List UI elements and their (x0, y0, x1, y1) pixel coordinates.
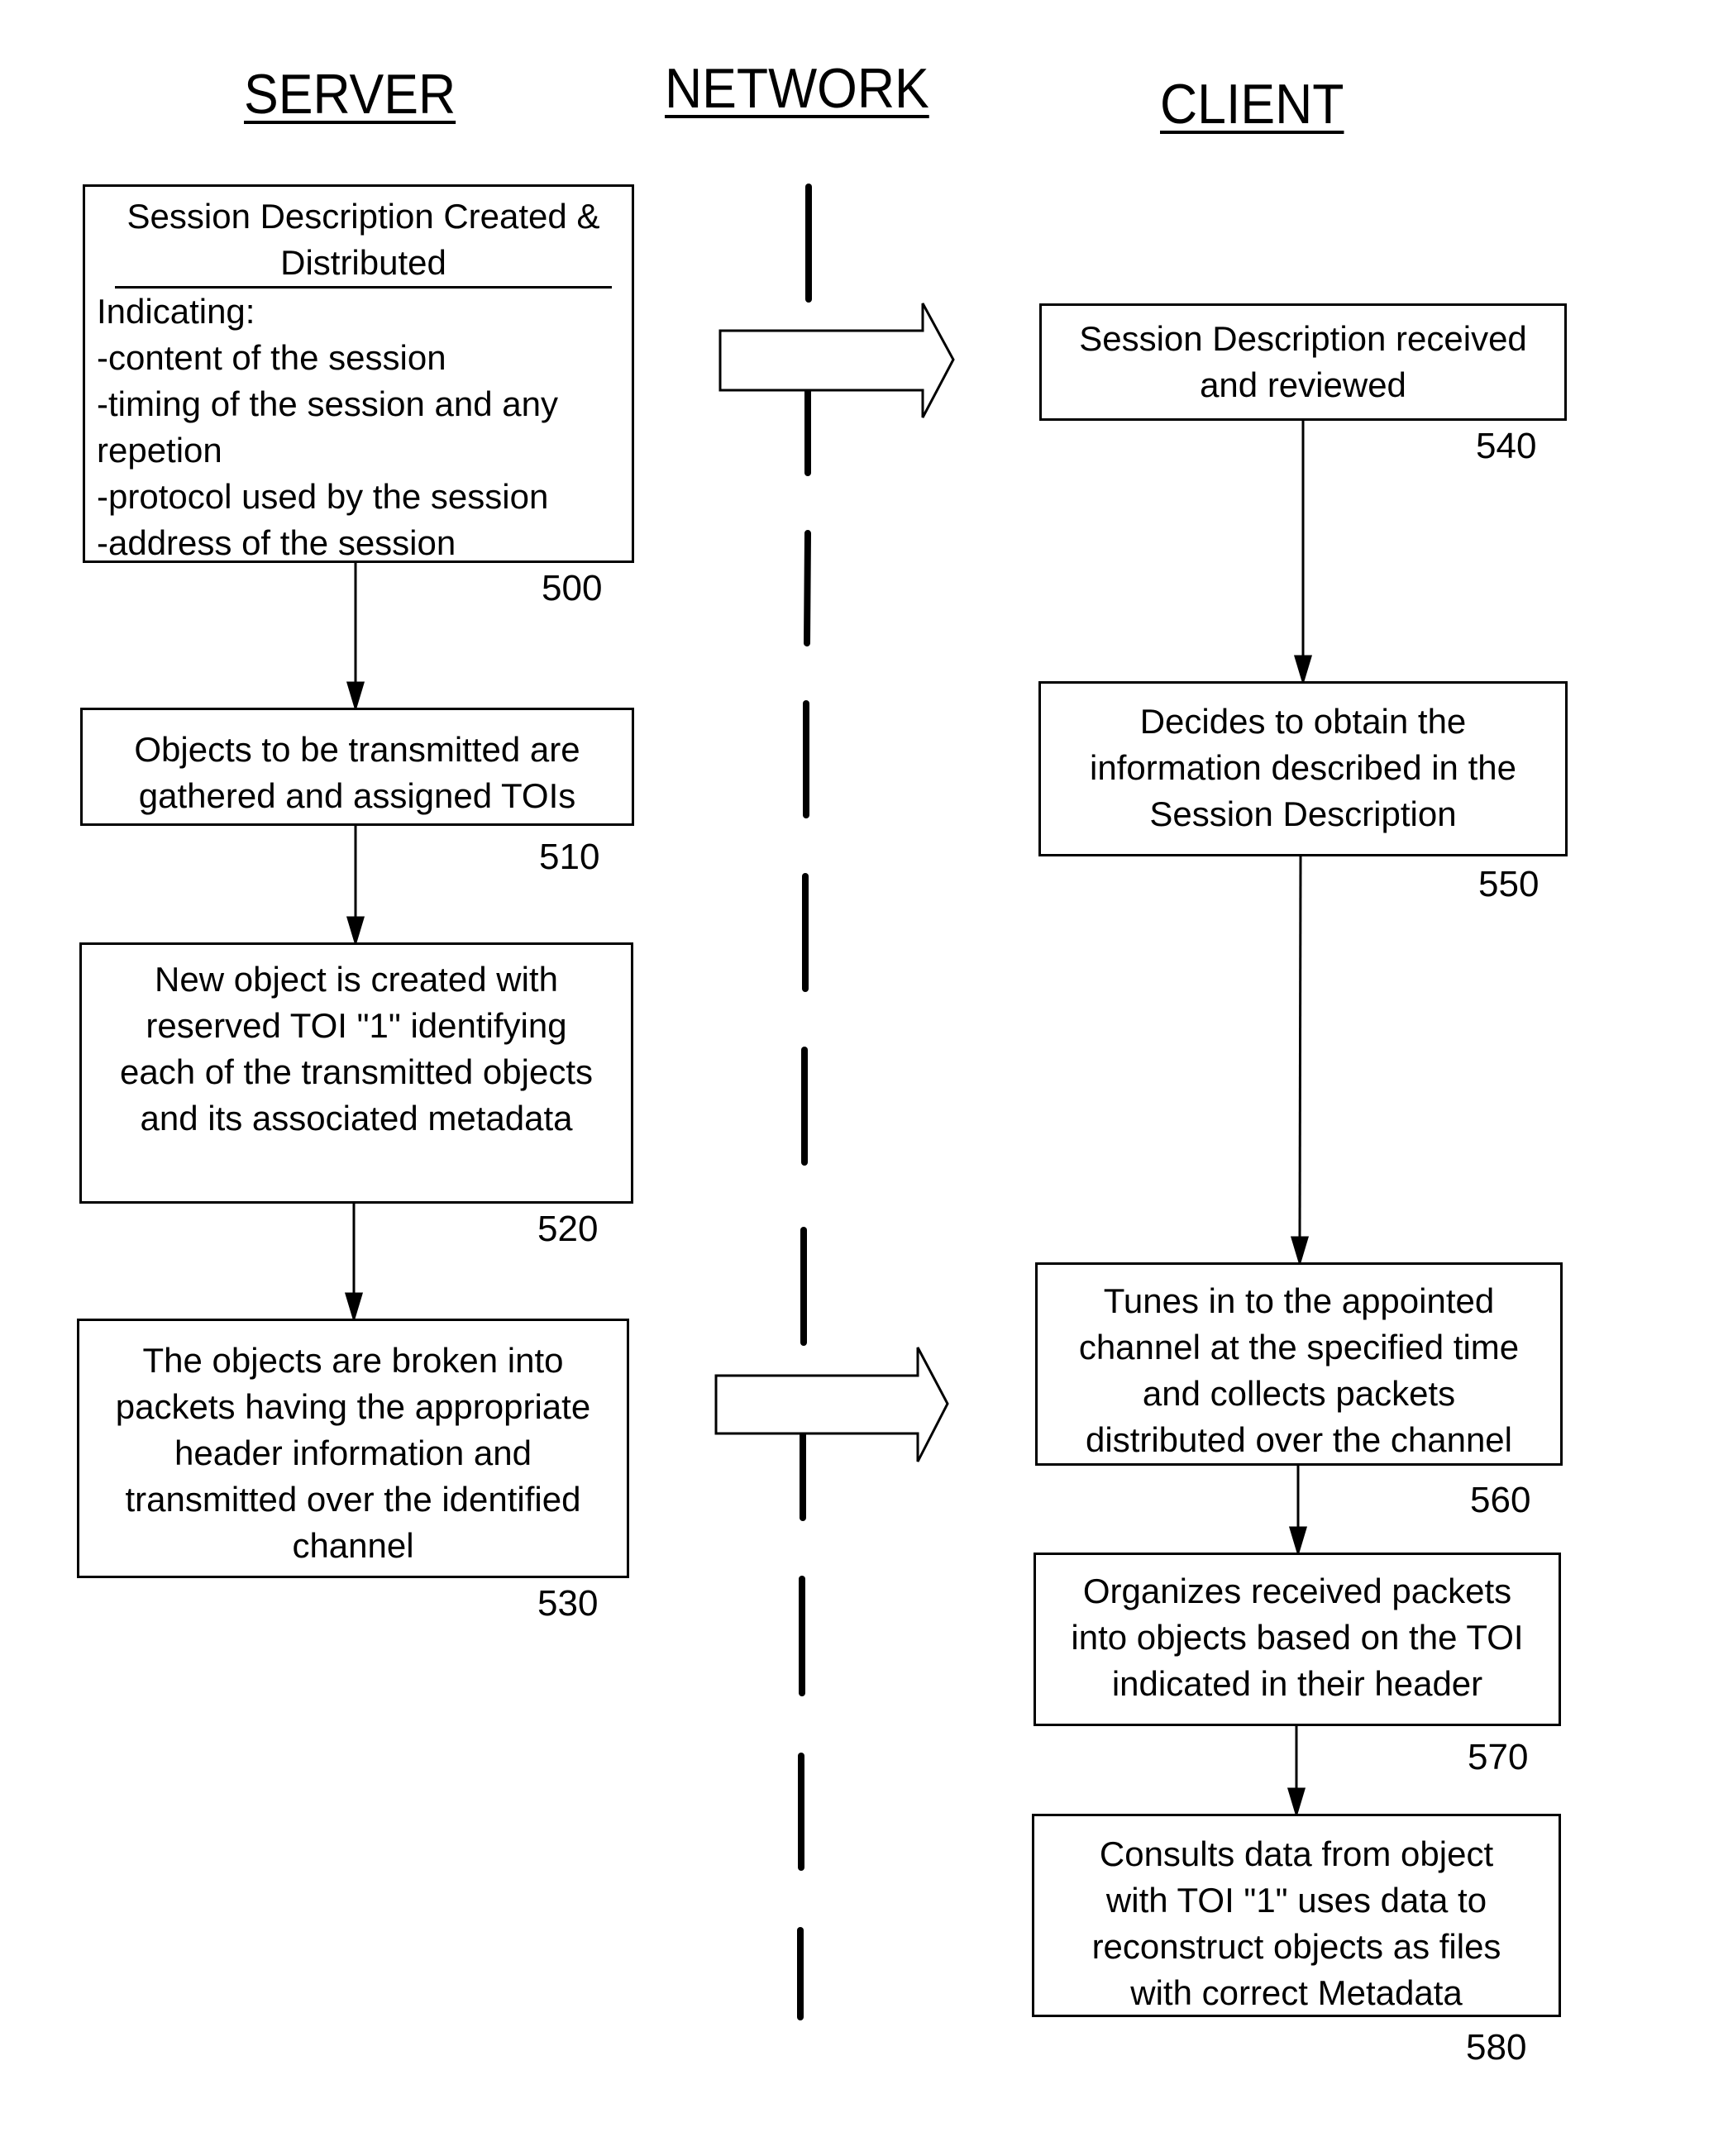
step-510-reference-number: 510 (539, 837, 600, 877)
step-570-organizes-packets: Organizes received packets into objects … (1034, 1553, 1561, 1726)
block-arrow-right-icon (718, 303, 955, 418)
step-530-objects-broken-into-packets: The objects are broken into packets havi… (77, 1319, 629, 1578)
arrowhead-icon (346, 681, 365, 713)
step-550-line: Session Description (1149, 794, 1457, 833)
network-column-header: NETWORK (665, 57, 929, 120)
step-500-line: -address of the session (97, 523, 456, 562)
step-580-line: Consults data from object (1099, 1834, 1494, 1873)
arrowhead-icon (344, 1292, 364, 1324)
arrowhead-icon (1293, 655, 1313, 686)
step-540-session-description-received: Session Description received and reviewe… (1039, 303, 1567, 421)
step-570-reference-number: 570 (1468, 1737, 1529, 1777)
step-540-line: Session Description received (1079, 319, 1527, 358)
step-580-line: reconstruct objects as files (1091, 1927, 1501, 1966)
step-510-objects-gathered: Objects to be transmitted are gathered a… (80, 708, 634, 826)
step-570-line: into objects based on the TOI (1071, 1618, 1524, 1657)
step-580-line: with TOI "1" uses data to (1105, 1881, 1487, 1920)
step-550-line: Decides to obtain the (1139, 702, 1467, 741)
server-column-header: SERVER (244, 63, 456, 126)
step-500-title-line: Session Description Created & (127, 197, 600, 236)
step-570-line: indicated in their header (1111, 1664, 1483, 1703)
step-500-line: -protocol used by the session (97, 477, 549, 516)
step-540-line: and reviewed (1200, 365, 1406, 404)
step-520-line: each of the transmitted objects (120, 1052, 593, 1091)
arrowhead-icon (1288, 1526, 1308, 1557)
step-560-line: Tunes in to the appointed (1103, 1281, 1495, 1320)
connector-550-560 (1298, 856, 1302, 1238)
network-divider-dashed-line (797, 184, 812, 2020)
step-510-line: gathered and assigned TOIs (138, 776, 576, 815)
flow-diagram: SERVER NETWORK CLIENT Session Descriptio… (0, 0, 1709, 2156)
step-560-line: distributed over the channel (1086, 1420, 1512, 1459)
step-500-line: Indicating: (97, 292, 255, 331)
arrowhead-icon (1290, 1236, 1310, 1267)
step-500-line: -content of the session (97, 338, 446, 377)
arrowhead-icon (1287, 1787, 1306, 1819)
step-520-line: reserved TOI "1" identifying (146, 1006, 567, 1045)
step-530-line: packets having the appropriate (115, 1387, 591, 1426)
step-500-line: repetion (97, 431, 222, 470)
step-520-line: and its associated metadata (140, 1099, 573, 1138)
step-550-reference-number: 550 (1478, 864, 1540, 904)
step-570-line: Organizes received packets (1082, 1572, 1512, 1610)
step-530-line: header information and (174, 1433, 532, 1472)
step-560-tunes-in-collects-packets: Tunes in to the appointed channel at the… (1035, 1262, 1563, 1466)
client-column-header: CLIENT (1160, 73, 1344, 136)
step-580-reconstruct-objects: Consults data from object with TOI "1" u… (1032, 1814, 1561, 2017)
step-500-session-description-created: Session Description Created & Distribute… (83, 184, 634, 563)
step-560-line: channel at the specified time (1078, 1328, 1520, 1367)
step-580-line: with correct Metadata (1130, 1973, 1463, 2012)
step-530-reference-number: 530 (537, 1583, 599, 1624)
arrowhead-icon (346, 916, 365, 947)
step-500-reference-number: 500 (542, 568, 603, 608)
step-510-line: Objects to be transmitted are (134, 730, 580, 769)
step-560-line: and collects packets (1142, 1374, 1456, 1413)
step-520-new-object-created: New object is created with reserved TOI … (79, 942, 633, 1204)
divider-dash (804, 530, 811, 646)
step-550-decides-to-obtain: Decides to obtain the information descri… (1038, 681, 1568, 856)
step-560-reference-number: 560 (1470, 1480, 1531, 1520)
step-520-reference-number: 520 (537, 1209, 599, 1249)
step-530-line: The objects are broken into (142, 1341, 564, 1380)
block-arrow-right-icon (714, 1347, 949, 1462)
step-530-line: channel (292, 1526, 414, 1565)
step-530-line: transmitted over the identified (125, 1480, 581, 1519)
step-540-reference-number: 540 (1476, 426, 1537, 466)
step-550-line: information described in the (1090, 748, 1516, 787)
step-500-title: Session Description Created & Distribute… (115, 193, 612, 289)
step-500-line: -timing of the session and any (97, 384, 558, 423)
step-500-title-line: Distributed (280, 243, 446, 282)
step-580-reference-number: 580 (1466, 2027, 1527, 2068)
step-520-line: New object is created with (155, 960, 558, 999)
